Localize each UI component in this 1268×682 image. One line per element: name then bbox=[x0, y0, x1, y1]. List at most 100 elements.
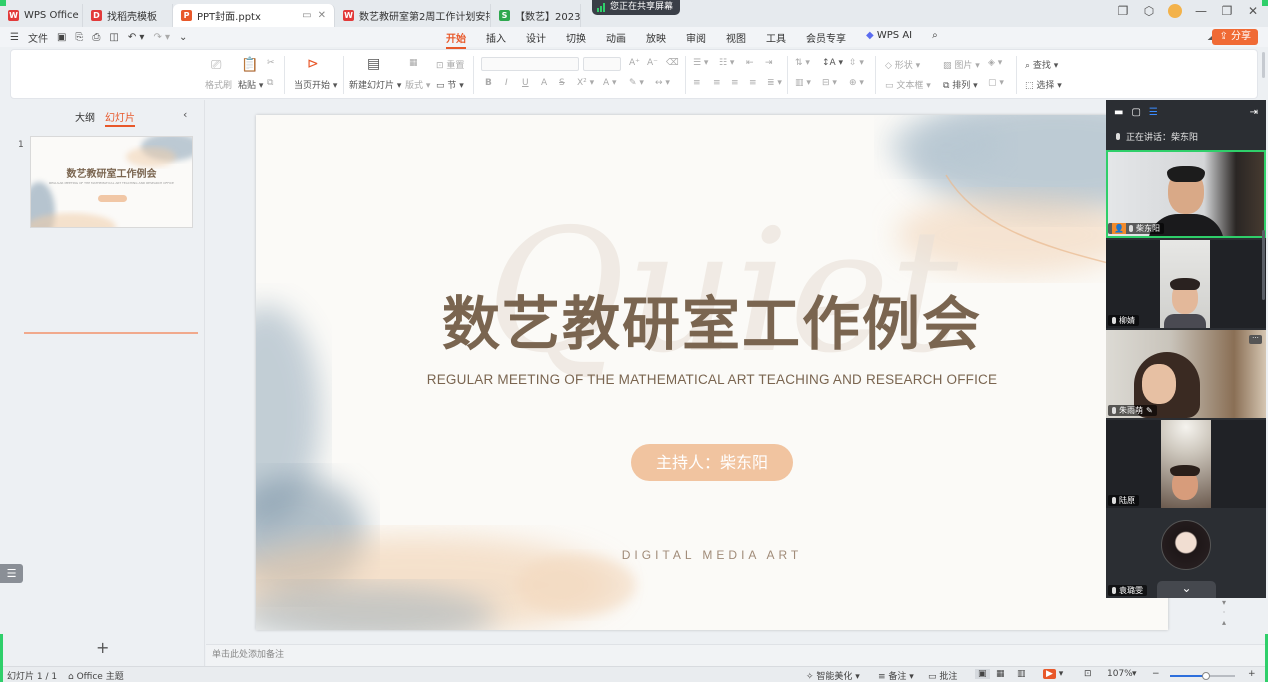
fit-window-icon[interactable]: ⊡ bbox=[1084, 669, 1092, 679]
normal-view-icon[interactable]: ▣ bbox=[975, 669, 990, 679]
outline-tab[interactable]: 大纲 bbox=[75, 109, 95, 127]
participant-tile[interactable]: 👤 柴东阳 bbox=[1106, 150, 1266, 238]
tab-wps-ai[interactable]: ◆ WPS AI bbox=[866, 30, 912, 45]
slide-canvas[interactable]: Quiet 数艺教研室工作例会 REGULAR MEETING OF THE M… bbox=[256, 115, 1168, 630]
new-slide-icon[interactable]: ▤ bbox=[367, 56, 380, 72]
textbox-button[interactable]: ▭ 文本框 ▾ bbox=[885, 78, 931, 91]
tab-ppt-cover[interactable]: P PPT封面.pptx ▭ ✕ bbox=[173, 4, 335, 27]
tab-tools[interactable]: 工具 bbox=[766, 30, 786, 45]
tab-review[interactable]: 审阅 bbox=[686, 30, 706, 45]
slides-tab[interactable]: 幻灯片 bbox=[105, 109, 135, 127]
save-icon[interactable]: ▣ bbox=[57, 32, 66, 43]
justify-icon[interactable]: ≡ bbox=[749, 78, 757, 88]
layout-button[interactable]: 版式 ▾ bbox=[405, 78, 430, 91]
gallery-view-icon[interactable]: ☰ bbox=[1149, 107, 1158, 118]
tab-view[interactable]: 视图 bbox=[726, 30, 746, 45]
select-button[interactable]: ⬚ 选择 ▾ bbox=[1025, 78, 1062, 91]
superscript-icon[interactable]: X² ▾ bbox=[577, 78, 594, 88]
font-family-select[interactable] bbox=[481, 57, 579, 71]
align-text-icon[interactable]: ⊟ ▾ bbox=[822, 78, 837, 88]
participant-tile[interactable]: ··· 朱雨萌 ✎ bbox=[1106, 330, 1266, 418]
underline-icon[interactable]: U bbox=[522, 78, 529, 88]
fill-button[interactable]: ◈ ▾ bbox=[988, 58, 1002, 68]
shadow-icon[interactable]: A bbox=[541, 78, 547, 88]
collapse-panel-icon[interactable]: ‹ bbox=[183, 108, 187, 121]
bold-icon[interactable]: B bbox=[485, 78, 492, 88]
redo-icon[interactable]: ↷ ▾ bbox=[153, 32, 170, 43]
restore-icon[interactable]: ❐ bbox=[1220, 4, 1234, 18]
comments-button[interactable]: ▭ 批注 bbox=[928, 669, 957, 682]
undo-icon[interactable]: ↶ ▾ bbox=[128, 32, 145, 43]
share-button[interactable]: ⇪ 分享 bbox=[1212, 29, 1258, 45]
list-toggle-icon[interactable]: ☰ bbox=[0, 564, 23, 583]
smartart-icon[interactable]: ⊕ ▾ bbox=[849, 78, 864, 88]
slide-footer[interactable]: DIGITAL MEDIA ART bbox=[256, 548, 1168, 562]
host-pill[interactable]: 主持人：柴东阳 bbox=[631, 444, 793, 481]
close-icon[interactable]: ✕ bbox=[318, 10, 326, 21]
notes-area[interactable]: 单击此处添加备注 bbox=[206, 644, 1268, 666]
picture-button[interactable]: ▨ 图片 ▾ bbox=[943, 58, 980, 71]
play-icon[interactable]: ⊳ bbox=[307, 56, 319, 72]
text-direction-icon[interactable]: ⇅ ▾ bbox=[795, 58, 810, 68]
tab-spreadsheet[interactable]: S 【数艺】2023-2024 bbox=[491, 4, 581, 27]
tab-slideshow[interactable]: 放映 bbox=[646, 30, 666, 45]
font-size-select[interactable] bbox=[583, 57, 621, 71]
panel-scrollbar[interactable] bbox=[1262, 230, 1265, 300]
line-spacing-icon[interactable]: ↕A ▾ bbox=[822, 58, 843, 68]
copy-icon[interactable]: ⧉ bbox=[267, 78, 273, 88]
format-painter-icon[interactable]: ⎚ bbox=[211, 58, 221, 73]
tab-insert[interactable]: 插入 bbox=[486, 30, 506, 45]
zoom-level[interactable]: 107% bbox=[1107, 669, 1133, 679]
arrange-button[interactable]: ⧉ 排列 ▾ bbox=[943, 78, 978, 91]
columns-icon[interactable]: ▥ ▾ bbox=[795, 78, 811, 88]
print-preview-icon[interactable]: ◫ bbox=[109, 32, 118, 43]
print-icon[interactable]: ⎙ bbox=[92, 32, 100, 43]
indent-decrease-icon[interactable]: ⇤ bbox=[746, 58, 754, 68]
bullet-list-icon[interactable]: ☰ ▾ bbox=[693, 58, 708, 68]
cut-icon[interactable]: ✂ bbox=[267, 58, 275, 68]
screen-share-badge[interactable]: 您正在共享屏幕 bbox=[592, 0, 681, 15]
outline-button[interactable]: ▢ ▾ bbox=[988, 78, 1004, 88]
zoom-out-icon[interactable]: − bbox=[1152, 669, 1160, 679]
decrease-font-icon[interactable]: A⁻ bbox=[647, 58, 658, 68]
tab-animation[interactable]: 动画 bbox=[606, 30, 626, 45]
tab-weekly-plan[interactable]: W 数艺教研室第2周工作计划安排（3月4 bbox=[335, 4, 491, 27]
window-icon[interactable]: ▢ bbox=[1131, 107, 1140, 118]
export-icon[interactable]: ⎘ bbox=[75, 32, 83, 43]
new-slide-button[interactable]: 新建幻灯片 ▾ bbox=[349, 78, 401, 91]
sorter-view-icon[interactable]: ▦ bbox=[996, 669, 1005, 679]
slide-subtitle[interactable]: REGULAR MEETING OF THE MATHEMATICAL ART … bbox=[256, 372, 1168, 387]
tab-transition[interactable]: 切换 bbox=[566, 30, 586, 45]
paste-button[interactable]: 粘贴 ▾ bbox=[238, 78, 263, 91]
close-window-icon[interactable]: ✕ bbox=[1246, 4, 1260, 18]
exit-panel-icon[interactable]: ⇥ bbox=[1250, 107, 1258, 118]
minimize-icon[interactable]: — bbox=[1194, 4, 1208, 18]
slideshow-button[interactable]: ▶ ▾ bbox=[1043, 669, 1063, 679]
zoom-slider-knob[interactable] bbox=[1201, 672, 1210, 680]
zoom-dropdown-icon[interactable]: ▾ bbox=[1132, 669, 1137, 679]
notes-button[interactable]: ≡ 备注 ▾ bbox=[878, 669, 914, 682]
find-button[interactable]: ⌕ 查找 ▾ bbox=[1025, 58, 1058, 71]
para-spacing-icon[interactable]: ⇳ ▾ bbox=[849, 58, 864, 68]
tab-member[interactable]: 会员专享 bbox=[806, 30, 846, 45]
char-spacing-icon[interactable]: ↔ ▾ bbox=[655, 78, 670, 88]
shape-button[interactable]: ◇ 形状 ▾ bbox=[885, 58, 920, 71]
cube-icon[interactable]: ⬡ bbox=[1142, 4, 1156, 18]
indent-increase-icon[interactable]: ⇥ bbox=[765, 58, 773, 68]
slide-thumbnail[interactable]: 数艺教研室工作例会 REGULAR MEETING OF THE MATHEMA… bbox=[30, 136, 193, 228]
user-avatar[interactable] bbox=[1168, 4, 1182, 18]
highlight-icon[interactable]: ✎ ▾ bbox=[629, 78, 644, 88]
layout-icon[interactable]: ▦ bbox=[409, 58, 418, 68]
align-right-icon[interactable]: ≡ bbox=[731, 78, 739, 88]
vertical-scrollbar[interactable]: ▾ · ▴ bbox=[1221, 598, 1227, 642]
align-center-icon[interactable]: ≡ bbox=[713, 78, 721, 88]
search-icon[interactable]: ⌕ bbox=[932, 30, 938, 45]
strike-icon[interactable]: S bbox=[559, 78, 565, 88]
reset-button[interactable]: ⊡ 重置 bbox=[436, 58, 464, 71]
start-from-current-button[interactable]: 当页开始 ▾ bbox=[294, 78, 337, 91]
theme-indicator[interactable]: ⌂ Office 主题 bbox=[68, 669, 124, 682]
copy-window-icon[interactable]: ❐ bbox=[1116, 4, 1130, 18]
participant-tile[interactable]: 柳婧 bbox=[1106, 240, 1266, 328]
hamburger-icon[interactable]: ☰ bbox=[10, 32, 19, 43]
monitor-icon[interactable]: ▭ bbox=[302, 10, 311, 21]
